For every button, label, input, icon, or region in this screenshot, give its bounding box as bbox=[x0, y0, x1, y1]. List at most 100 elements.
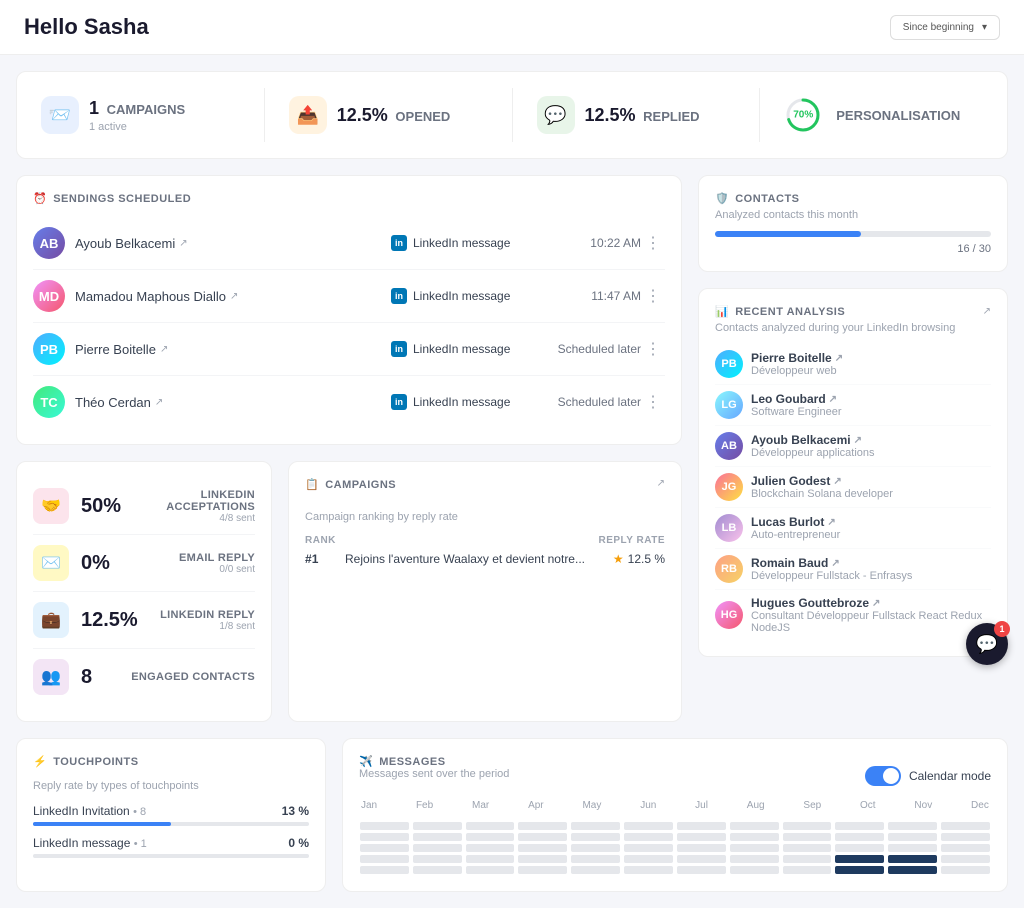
chart-column bbox=[729, 815, 780, 875]
linkedin-icon: in bbox=[391, 288, 407, 304]
metric-icon: 💼 bbox=[33, 602, 69, 638]
chart-cell bbox=[360, 855, 409, 863]
chart-cell bbox=[888, 855, 937, 863]
metric-icon: ✉️ bbox=[33, 545, 69, 581]
chart-cell bbox=[624, 844, 673, 852]
contact-info: Leo Goubard ↗ Software Engineer bbox=[751, 392, 842, 418]
chart-cell bbox=[413, 833, 462, 841]
contact-ext-link[interactable]: ↗ bbox=[829, 394, 837, 405]
contact-ext-link[interactable]: ↗ bbox=[835, 353, 843, 364]
stat-campaigns: 📨 1 CAMPAIGNS 1 active bbox=[17, 88, 265, 142]
chat-button[interactable]: 💬 1 bbox=[966, 623, 1008, 665]
contact-title: Développeur Fullstack - Enfrasys bbox=[751, 570, 912, 582]
chart-cell bbox=[783, 822, 832, 830]
chart-month-label: May bbox=[582, 800, 601, 811]
chart-column bbox=[623, 815, 674, 875]
chart-month-label: Dec bbox=[971, 800, 989, 811]
chart-cell bbox=[888, 822, 937, 830]
contact-row: HG Hugues Gouttebroze ↗ Consultant Dével… bbox=[715, 590, 991, 640]
campaign-name: Rejoins l'aventure Waalaxy et devient no… bbox=[345, 552, 585, 566]
contact-title: Consultant Développeur Fullstack React R… bbox=[751, 610, 991, 634]
campaigns-value: 1 bbox=[89, 98, 99, 118]
campaign-rate: ★ 12.5 % bbox=[585, 552, 665, 566]
analysis-title: 📊 RECENT ANALYSIS bbox=[715, 305, 845, 318]
contact-title: Auto-entrepreneur bbox=[751, 529, 840, 541]
chart-cell bbox=[730, 855, 779, 863]
contact-external-link[interactable]: ↗ bbox=[160, 344, 168, 355]
clock-icon: ⏰ bbox=[33, 192, 47, 205]
contact-title: Développeur web bbox=[751, 365, 843, 377]
sending-row: PB Pierre Boitelle ↗ in LinkedIn message… bbox=[33, 323, 665, 376]
contact-info: Pierre Boitelle ↗ Développeur web bbox=[751, 351, 843, 377]
contacts-icon: 🛡️ bbox=[715, 192, 729, 205]
more-options-button[interactable]: ⋮ bbox=[641, 231, 665, 255]
chart-cell bbox=[518, 844, 567, 852]
contact-name: Leo Goubard ↗ bbox=[751, 392, 842, 406]
chart-column bbox=[517, 815, 568, 875]
chat-icon: 💬 bbox=[976, 634, 998, 655]
col-rate-header: REPLY RATE bbox=[585, 535, 665, 546]
date-filter-label: Since beginning bbox=[903, 22, 974, 33]
chart-cell bbox=[624, 833, 673, 841]
contact-ext-link[interactable]: ↗ bbox=[831, 558, 839, 569]
chart-cell bbox=[518, 822, 567, 830]
sending-time: 10:22 AM bbox=[531, 236, 641, 250]
toggle-switch[interactable] bbox=[865, 766, 901, 786]
sending-row: AB Ayoub Belkacemi ↗ in LinkedIn message… bbox=[33, 217, 665, 270]
chart-cell bbox=[466, 833, 515, 841]
chart-cell bbox=[941, 822, 990, 830]
contact-ext-link[interactable]: ↗ bbox=[872, 598, 880, 609]
chart-cell bbox=[466, 844, 515, 852]
stat-personalisation: 70% PERSONALISATION bbox=[760, 88, 1007, 142]
contact-name: Romain Baud ↗ bbox=[751, 556, 912, 570]
more-options-button[interactable]: ⋮ bbox=[641, 337, 665, 361]
date-filter-dropdown[interactable]: Since beginning ▾ bbox=[890, 15, 1000, 40]
chart-cell bbox=[624, 822, 673, 830]
chart-icon: 📊 bbox=[715, 305, 729, 318]
contact-ext-link[interactable]: ↗ bbox=[854, 435, 862, 446]
more-options-button[interactable]: ⋮ bbox=[641, 390, 665, 414]
linkedin-icon: in bbox=[391, 341, 407, 357]
tp-name: LinkedIn Invitation • 8 bbox=[33, 804, 146, 818]
avatar: LB bbox=[715, 514, 743, 542]
analysis-external-link[interactable]: ↗ bbox=[983, 306, 991, 317]
chart-cell bbox=[571, 833, 620, 841]
campaigns-external-link[interactable]: ↗ bbox=[657, 478, 665, 489]
calendar-toggle[interactable]: Calendar mode bbox=[865, 766, 991, 786]
contact-ext-link[interactable]: ↗ bbox=[827, 517, 835, 528]
messages-sub: Messages sent over the period bbox=[359, 768, 509, 780]
metric-value: 50% bbox=[81, 495, 121, 518]
replied-icon: 💬 bbox=[537, 96, 575, 134]
chart-cell bbox=[835, 855, 884, 863]
chart-month-label: Oct bbox=[860, 800, 876, 811]
personalisation-label: PERSONALISATION bbox=[836, 108, 960, 123]
avatar: PB bbox=[715, 350, 743, 378]
chart-month-label: Mar bbox=[472, 800, 489, 811]
contact-external-link[interactable]: ↗ bbox=[155, 397, 163, 408]
tp-rate: 13 % bbox=[282, 804, 309, 818]
tp-bar-fill bbox=[33, 822, 171, 826]
chart-months: JanFebMarAprMayJunJulAugSepOctNovDec bbox=[359, 800, 991, 811]
chart-cell bbox=[518, 833, 567, 841]
chart-cell bbox=[783, 855, 832, 863]
chart-cell bbox=[624, 855, 673, 863]
more-options-button[interactable]: ⋮ bbox=[641, 284, 665, 308]
contact-ext-link[interactable]: ↗ bbox=[833, 476, 841, 487]
opened-label: OPENED bbox=[395, 109, 450, 124]
tp-rate: 0 % bbox=[288, 836, 309, 850]
sending-name: Pierre Boitelle ↗ bbox=[75, 342, 391, 357]
contact-external-link[interactable]: ↗ bbox=[230, 291, 238, 302]
chart-cell bbox=[624, 866, 673, 874]
sending-name: Ayoub Belkacemi ↗ bbox=[75, 236, 391, 251]
contacts-progress-label: 16 / 30 bbox=[715, 243, 991, 255]
touchpoints-card: ⚡ TOUCHPOINTS Reply rate by types of tou… bbox=[16, 738, 326, 892]
tp-bar bbox=[33, 822, 309, 826]
contact-title: Blockchain Solana developer bbox=[751, 488, 893, 500]
avatar: PB bbox=[33, 333, 65, 365]
metric-label: LINKEDIN REPLY bbox=[150, 609, 255, 621]
contact-external-link[interactable]: ↗ bbox=[179, 238, 187, 249]
chart-month-label: Feb bbox=[416, 800, 433, 811]
chart-cell bbox=[571, 844, 620, 852]
sending-name: Mamadou Maphous Diallo ↗ bbox=[75, 289, 391, 304]
chart-cell bbox=[571, 822, 620, 830]
